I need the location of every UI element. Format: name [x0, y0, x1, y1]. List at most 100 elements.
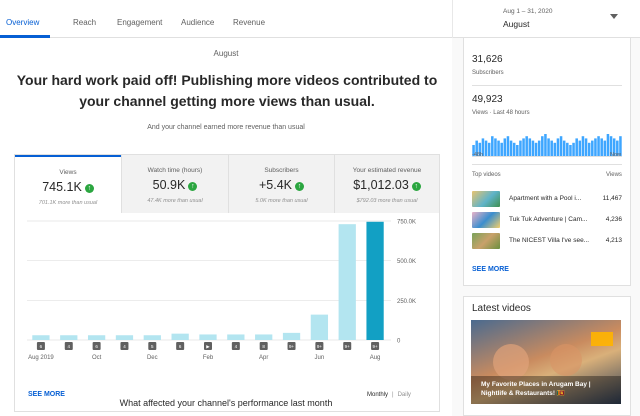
video-thumbnail	[472, 212, 500, 228]
bar	[227, 334, 245, 340]
sparkline-bar	[528, 138, 532, 156]
subscriber-label: Subscribers	[472, 70, 504, 76]
sparkline-bar	[487, 142, 491, 156]
sparkline-bar	[525, 136, 528, 156]
video-views: 4,236	[605, 216, 622, 223]
y-tick-label: 250.0K	[397, 299, 416, 305]
bar	[255, 334, 273, 340]
video-views: 11,467	[602, 195, 622, 202]
metric-watch-time[interactable]: Watch time (hours) 50.9K ↑ 47.4K more tha…	[121, 155, 228, 213]
sparkline-bar	[494, 138, 497, 156]
metrics-card: Views 745.1K ↑ 701.1K more than usual Wat…	[14, 154, 440, 412]
top-video-row[interactable]: The NICEST Villa I've see... 4,213	[472, 233, 622, 249]
sparkline-bar	[516, 145, 519, 156]
bar	[32, 335, 50, 340]
sparkline-bar	[562, 140, 566, 156]
sparkline-bar	[484, 140, 488, 156]
main-panel: August Your hard work paid off! Publishi…	[0, 38, 452, 416]
x-tick-label: Aug	[370, 355, 381, 361]
bar	[115, 335, 134, 340]
arrow-up-icon: ↑	[188, 182, 198, 191]
metric-subscribers[interactable]: Subscribers +5.4K ↑ 5.0K more than usual	[228, 155, 334, 213]
sparkline-bar	[587, 142, 591, 156]
video-title: The NICEST Villa I've see...	[509, 237, 589, 244]
sparkline-bar	[566, 142, 569, 156]
metric-label: Subscribers	[264, 167, 299, 174]
views-bar-chart: 750.0K500.0K250.0K06Aug 20194 6Oct4 5Dec6 ▶…	[27, 220, 416, 361]
video-thumbnail	[472, 233, 500, 249]
sparkline-bar	[541, 136, 544, 156]
metric-value: 50.9K	[152, 178, 186, 192]
metric-value: +5.4K	[258, 178, 292, 192]
metric-value: 745.1K	[42, 180, 82, 194]
subheadline: And your channel earned more revenue tha…	[147, 124, 305, 131]
tab-overview[interactable]: Overview	[6, 18, 39, 27]
metric-views[interactable]: Views 745.1K ↑ 701.1K more than usual	[15, 155, 121, 213]
metric-tabs: Views 745.1K ↑ 701.1K more than usual Wat…	[15, 155, 439, 213]
bar	[87, 335, 106, 340]
bar	[60, 335, 78, 340]
see-more-link[interactable]: SEE MORE	[28, 391, 65, 398]
sparkline-bar	[569, 145, 572, 156]
metric-label: Your estimated revenue	[352, 167, 422, 174]
y-tick-label: 0	[397, 339, 401, 345]
sparkline-bar	[606, 134, 610, 156]
y-tick-label: 500.0K	[397, 259, 416, 265]
divider	[472, 85, 622, 86]
bar	[310, 314, 329, 340]
video-count: ▶	[206, 344, 210, 349]
sparkline-bar	[544, 134, 547, 156]
video-count: 9+	[289, 344, 295, 349]
date-period-label: August	[503, 19, 530, 29]
sparkline-bar	[594, 138, 597, 156]
divider	[452, 0, 453, 38]
tab-reach[interactable]: Reach	[73, 18, 96, 27]
sparkline-bar	[578, 140, 582, 156]
latest-videos-title: Latest videos	[472, 303, 531, 314]
tab-revenue[interactable]: Revenue	[233, 18, 265, 27]
section-title: What affected your channel's performance…	[119, 398, 333, 408]
video-title: Apartment with a Pool i...	[509, 195, 582, 202]
top-video-row[interactable]: Apartment with a Pool i... 11,467	[472, 191, 622, 207]
sparkline-bar	[550, 140, 553, 156]
sparkline-bar	[556, 138, 560, 156]
sparkline-bar	[603, 140, 607, 156]
x-tick-label: Oct	[92, 355, 102, 361]
sparkline-bar	[512, 142, 516, 156]
video-count: 9+	[373, 344, 379, 349]
video-title: Tuk Tuk Adventure | Cam...	[509, 216, 588, 223]
latest-video-title: My Favorite Places in Arugam Bay | Night…	[481, 381, 591, 397]
arrow-up-icon: ↑	[411, 182, 421, 191]
metric-label: Watch time (hours)	[147, 167, 203, 174]
report-month: August	[213, 49, 239, 58]
tab-audience[interactable]: Audience	[181, 18, 214, 27]
tab-engagement[interactable]: Engagement	[117, 18, 162, 27]
sparkline-bar	[572, 142, 575, 156]
top-video-row[interactable]: Tuk Tuk Adventure | Cam... 4,236	[472, 212, 622, 228]
sparkline-end-label: Now	[610, 152, 622, 158]
see-more-link[interactable]: SEE MORE	[472, 266, 509, 273]
metric-value: $1,012.03	[353, 178, 409, 192]
video-count: 9+	[317, 344, 323, 349]
bar	[199, 334, 217, 340]
sparkline-bar	[534, 142, 538, 156]
sparkline-bar	[584, 138, 588, 156]
sparkline-bar	[506, 136, 510, 156]
sparkline-bar	[522, 138, 525, 156]
metric-label: Views	[59, 169, 77, 176]
channel-stats-card: 31,626 Subscribers 49,923 Views · Last 4…	[463, 38, 631, 286]
x-tick-label: Feb	[203, 355, 214, 361]
date-range-text: Aug 1 – 31, 2020	[503, 8, 553, 15]
realtime-views-count: 49,923	[472, 94, 503, 105]
latest-video-thumbnail[interactable]: My Favorite Places in Arugam Bay | Night…	[471, 320, 621, 404]
sparkline-bar	[509, 140, 513, 156]
metric-revenue[interactable]: Your estimated revenue $1,012.03 ↑ $792.0…	[334, 155, 439, 213]
sparkline-bar	[547, 138, 550, 156]
views-header: Views	[606, 172, 622, 178]
video-count: 9+	[345, 344, 351, 349]
caret-down-icon	[610, 14, 618, 19]
sparkline-bar	[553, 142, 557, 156]
top-tab-bar: Overview Reach Engagement Audience Reven…	[0, 0, 640, 38]
sparkline-bar	[597, 136, 600, 156]
realtime-views-label: Views · Last 48 hours	[472, 110, 530, 116]
